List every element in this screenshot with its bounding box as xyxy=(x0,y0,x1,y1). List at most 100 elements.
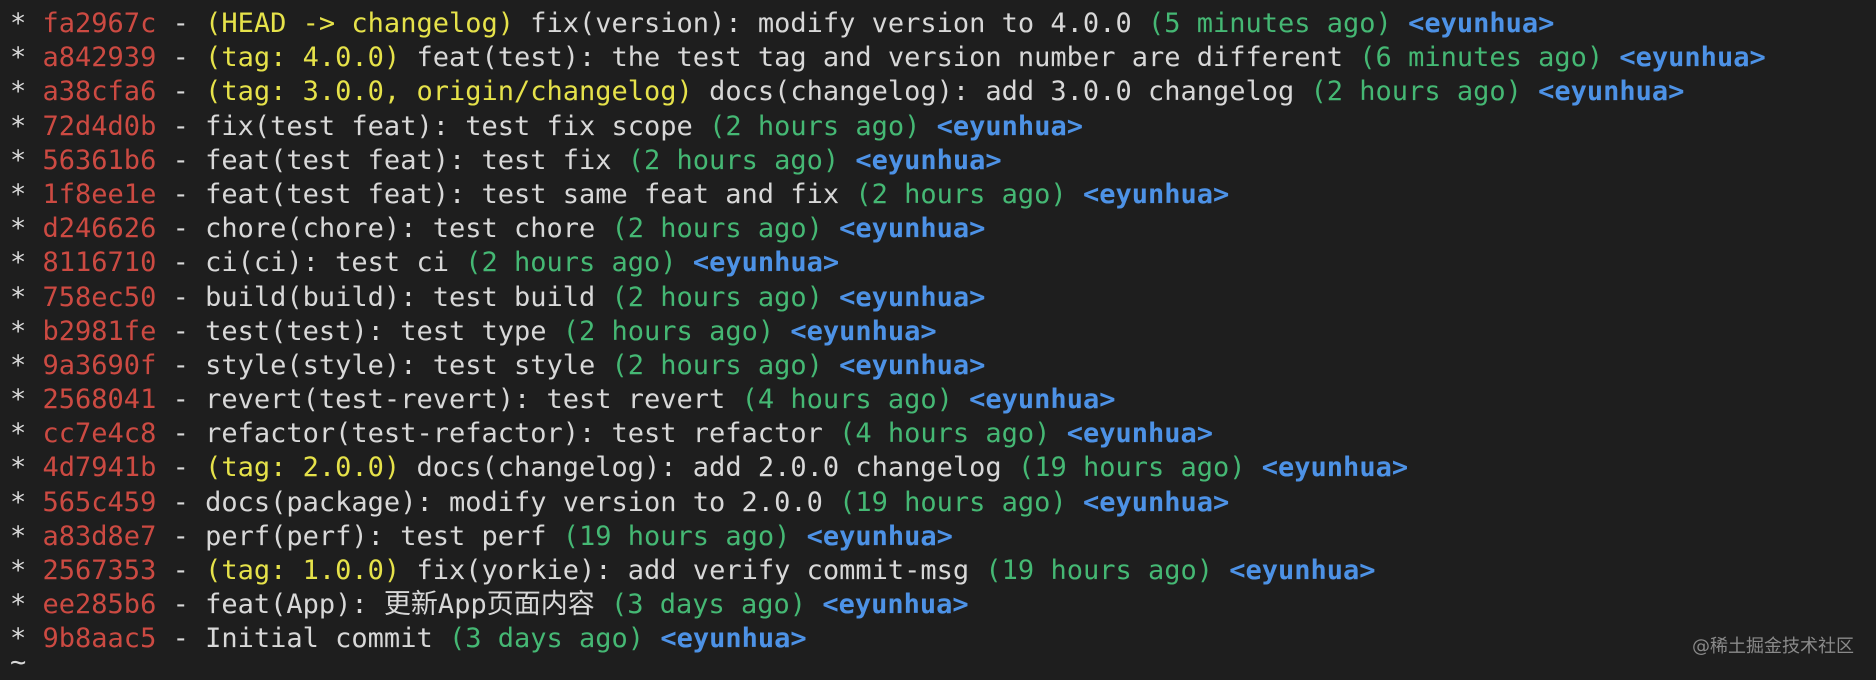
graph-marker: * xyxy=(10,349,27,381)
commit-date: (4 hours ago) xyxy=(741,384,953,416)
graph-marker: * xyxy=(10,486,27,518)
commit-date: (2 hours ago) xyxy=(465,247,677,279)
commit-message: feat(test feat): test fix xyxy=(205,144,612,176)
commit-line: * fa2967c - (HEAD -> changelog) fix(vers… xyxy=(10,7,1766,41)
commit-date: (2 hours ago) xyxy=(611,349,823,381)
commit-author: <eyunhua> xyxy=(806,520,953,552)
commit-date: (2 hours ago) xyxy=(562,315,775,347)
commit-hash: 8116710 xyxy=(42,247,157,279)
separator: - xyxy=(172,486,189,518)
commit-message: fix(yorkie): add verify commit-msg xyxy=(416,555,970,586)
graph-marker: * xyxy=(10,8,27,39)
commit-hash: 758ec50 xyxy=(42,281,157,313)
commit-author: <eyunhua> xyxy=(790,315,937,347)
commit-author: <eyunhua> xyxy=(660,623,807,655)
graph-marker: * xyxy=(10,213,27,245)
commit-hash: fa2967c xyxy=(42,8,157,39)
commit-line: * b2981fe - test(test): test type (2 hou… xyxy=(10,315,1766,349)
commit-message: chore(chore): test chore xyxy=(205,213,596,245)
commit-author: <eyunhua> xyxy=(1082,178,1230,210)
commit-message: feat(App): 更新App页面内容 xyxy=(205,589,595,621)
commit-date: (5 minutes ago) xyxy=(1147,8,1392,39)
commit-date: (2 hours ago) xyxy=(627,144,840,176)
commit-author: <eyunhua> xyxy=(855,144,1002,176)
commit-hash: 9b8aac5 xyxy=(42,623,157,655)
commit-author: <eyunhua> xyxy=(1538,76,1685,108)
commit-hash: a38cfa6 xyxy=(42,76,157,108)
commit-author: <eyunhua> xyxy=(692,247,840,279)
commit-author: <eyunhua> xyxy=(1619,42,1766,74)
commit-hash: 2567353 xyxy=(42,555,157,586)
separator: - xyxy=(172,281,189,313)
commit-date: (2 hours ago) xyxy=(611,213,823,245)
graph-marker: * xyxy=(10,247,27,279)
commit-hash: ee285b6 xyxy=(42,589,157,621)
commit-date: (4 hours ago) xyxy=(839,418,1051,450)
commit-author: <eyunhua> xyxy=(1408,8,1555,39)
commit-hash: 56361b6 xyxy=(42,144,157,176)
graph-marker: * xyxy=(10,555,27,586)
commit-author: <eyunhua> xyxy=(1229,555,1376,586)
commit-hash: 9a3690f xyxy=(42,349,157,381)
commit-author: <eyunhua> xyxy=(839,281,986,313)
separator: - xyxy=(172,178,189,210)
shell-prompt[interactable]: ~ xyxy=(10,646,26,680)
commit-hash: a83d8e7 xyxy=(42,520,157,552)
git-log: * fa2967c - (HEAD -> changelog) fix(vers… xyxy=(10,7,1766,657)
commit-hash: 2568041 xyxy=(42,384,157,416)
commit-message: perf(perf): test perf xyxy=(205,520,547,552)
commit-line: * a38cfa6 - (tag: 3.0.0, origin/changelo… xyxy=(10,75,1766,109)
commit-line: * 1f8ee1e - feat(test feat): test same f… xyxy=(10,178,1766,212)
separator: - xyxy=(172,42,189,74)
graph-marker: * xyxy=(10,315,27,347)
graph-marker: * xyxy=(10,178,27,210)
separator: - xyxy=(172,8,189,39)
commit-hash: cc7e4c8 xyxy=(42,418,157,450)
graph-marker: * xyxy=(10,452,27,484)
graph-marker: * xyxy=(10,589,27,621)
commit-message: revert(test-revert): test revert xyxy=(205,384,726,416)
commit-date: (6 minutes ago) xyxy=(1359,42,1604,74)
commit-line: * 758ec50 - build(build): test build (2 … xyxy=(10,281,1766,315)
graph-marker: * xyxy=(10,110,27,142)
graph-marker: * xyxy=(10,281,27,313)
separator: - xyxy=(172,213,189,245)
commit-date: (19 hours ago) xyxy=(562,520,791,552)
commit-author: <eyunhua> xyxy=(1261,452,1409,484)
commit-message: docs(changelog): add 3.0.0 changelog xyxy=(709,76,1295,108)
commit-line: * cc7e4c8 - refactor(test-refactor): tes… xyxy=(10,417,1766,451)
separator: - xyxy=(172,76,189,108)
commit-date: (3 days ago) xyxy=(610,589,807,621)
separator: - xyxy=(172,247,189,279)
commit-date: (3 days ago) xyxy=(448,623,645,655)
commit-line: * a83d8e7 - perf(perf): test perf (19 ho… xyxy=(10,520,1766,554)
commit-message: feat(test feat): test same feat and fix xyxy=(205,178,840,210)
commit-author: <eyunhua> xyxy=(839,349,986,381)
separator: - xyxy=(172,589,189,621)
separator: - xyxy=(172,349,189,381)
commit-line: * 2568041 - revert(test-revert): test re… xyxy=(10,383,1766,417)
commit-date: (2 hours ago) xyxy=(1310,76,1522,108)
commit-date: (19 hours ago) xyxy=(1017,452,1246,484)
watermark: @稀土掘金技术社区 xyxy=(1692,636,1854,657)
commit-line: * 4d7941b - (tag: 2.0.0) docs(changelog)… xyxy=(10,451,1766,485)
commit-date: (19 hours ago) xyxy=(839,486,1067,518)
commit-hash: 565c459 xyxy=(42,486,157,518)
commit-message: fix(test feat): test fix scope xyxy=(205,110,693,142)
commit-message: feat(test): the test tag and version num… xyxy=(416,42,1344,74)
commit-hash: 72d4d0b xyxy=(42,110,157,142)
graph-marker: * xyxy=(10,144,27,176)
commit-date: (2 hours ago) xyxy=(855,178,1067,210)
separator: - xyxy=(172,452,189,484)
commit-refs: (tag: 1.0.0) xyxy=(205,555,401,586)
commit-line: * 565c459 - docs(package): modify versio… xyxy=(10,486,1766,520)
commit-message: style(style): test style xyxy=(205,349,596,381)
commit-line: * 2567353 - (tag: 1.0.0) fix(yorkie): ad… xyxy=(10,554,1766,588)
commit-message: docs(changelog): add 2.0.0 changelog xyxy=(416,452,1002,484)
graph-marker: * xyxy=(10,76,27,108)
commit-message: build(build): test build xyxy=(205,281,596,313)
commit-author: <eyunhua> xyxy=(839,213,986,245)
separator: - xyxy=(172,384,189,416)
commit-message: Initial commit xyxy=(205,623,433,655)
commit-date: (2 hours ago) xyxy=(709,110,921,142)
